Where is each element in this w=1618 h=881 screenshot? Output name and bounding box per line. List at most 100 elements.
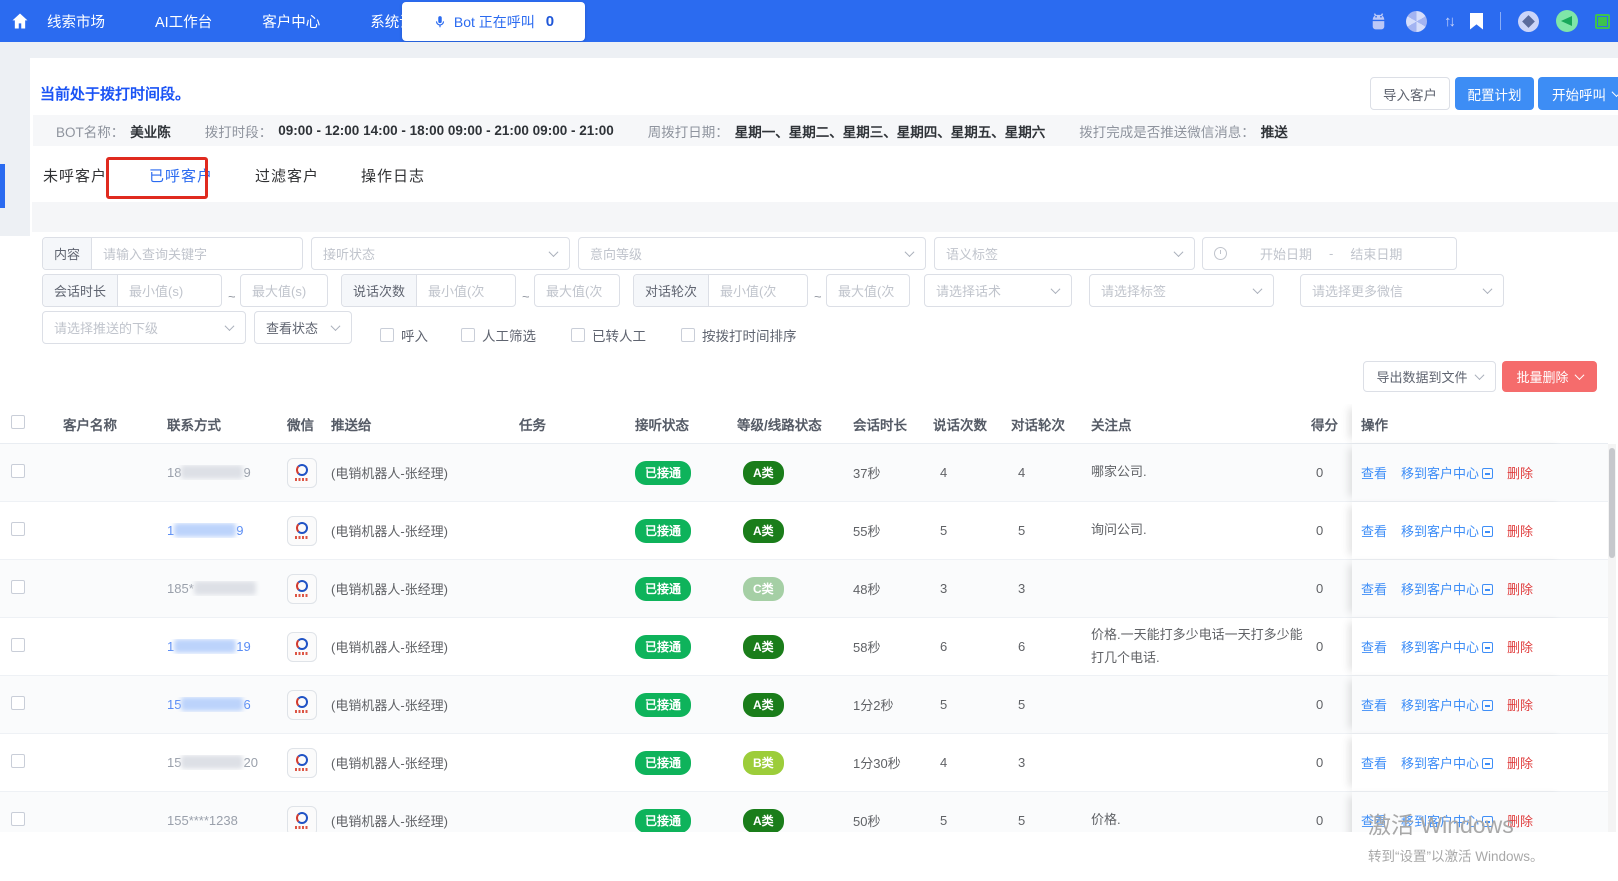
- more-wechat-placeholder: 请选择更多微信: [1312, 284, 1404, 299]
- semantic-tag-placeholder: 语义标签: [946, 247, 999, 262]
- delete-link[interactable]: 删除: [1507, 637, 1533, 656]
- row-checkbox[interactable]: [11, 754, 25, 768]
- checkbox-inbound-call[interactable]: 呼入: [380, 325, 428, 345]
- checkbox-transferred-to-agent[interactable]: 已转人工: [571, 325, 646, 345]
- session-min-input[interactable]: 最小值(s): [118, 281, 194, 300]
- phone-cell[interactable]: 15 20: [160, 755, 280, 770]
- checkbox-manual-filter[interactable]: 人工筛选: [461, 325, 536, 345]
- phone-cell[interactable]: 18 9: [160, 465, 280, 480]
- phone-masked-blur: [174, 639, 237, 653]
- script-select[interactable]: 请选择话术: [924, 274, 1072, 307]
- delete-link[interactable]: 删除: [1507, 695, 1533, 714]
- delete-link[interactable]: 删除: [1507, 579, 1533, 598]
- move-to-customer-center-link[interactable]: 移到客户中心: [1401, 463, 1494, 482]
- wechat-avatar-icon[interactable]: [287, 573, 317, 604]
- rounds-min-input[interactable]: 最小值(次: [709, 281, 787, 300]
- move-to-customer-center-link[interactable]: 移到客户中心: [1401, 753, 1494, 772]
- row-checkbox[interactable]: [11, 580, 25, 594]
- phone-cell[interactable]: 155****1238: [160, 813, 280, 828]
- wechat-avatar-icon[interactable]: [287, 457, 317, 488]
- rounds-max-placeholder: 最大值(次: [838, 284, 895, 299]
- table-row: 18 9 (电销机器人-张经理) 已接通 A类 37秒 4 4 哪家公司. 0 查看 移到客户中心 删除: [0, 444, 1608, 502]
- listen-status-select[interactable]: 接听状态: [311, 237, 570, 270]
- semantic-tag-select[interactable]: 语义标签: [934, 237, 1195, 270]
- android-icon[interactable]: [1368, 11, 1389, 32]
- move-to-customer-center-link[interactable]: 移到客户中心: [1401, 637, 1494, 656]
- delete-link[interactable]: 删除: [1507, 811, 1533, 830]
- move-to-customer-center-link[interactable]: 移到客户中心: [1401, 579, 1494, 598]
- phone-cell[interactable]: 19: [160, 523, 280, 538]
- view-link[interactable]: 查看: [1361, 811, 1387, 830]
- row-checkbox[interactable]: [11, 464, 25, 478]
- megaphone-icon[interactable]: [1556, 10, 1578, 32]
- more-wechat-select[interactable]: 请选择更多微信: [1300, 274, 1504, 307]
- move-to-center-icon: [1482, 816, 1494, 827]
- date-range-picker[interactable]: 开始日期 - 结束日期: [1202, 237, 1457, 270]
- bookmark-icon[interactable]: [1470, 12, 1483, 30]
- wechat-avatar-icon[interactable]: [287, 515, 317, 546]
- bot-calling-button[interactable]: Bot 正在呼叫 0: [402, 2, 585, 41]
- nav-item-leads-market[interactable]: 线索市场: [47, 11, 105, 32]
- session-max-input[interactable]: 最大值(s): [240, 274, 328, 307]
- row-actions: 查看 移到客户中心 删除: [1352, 676, 1568, 733]
- view-link[interactable]: 查看: [1361, 521, 1387, 540]
- speak-min-input[interactable]: 最小值(次: [417, 281, 495, 300]
- export-data-button[interactable]: 导出数据到文件: [1363, 361, 1496, 392]
- push-subordinate-select[interactable]: 请选择推送的下级: [42, 311, 246, 344]
- row-checkbox[interactable]: [11, 812, 25, 826]
- home-icon[interactable]: [10, 11, 30, 36]
- tag-select[interactable]: 请选择标签: [1089, 274, 1274, 307]
- wechat-avatar-icon[interactable]: [287, 747, 317, 778]
- phone-cell[interactable]: 15 6: [160, 697, 280, 712]
- aperture-icon[interactable]: [1406, 10, 1427, 32]
- row-actions: 查看 移到客户中心 删除: [1352, 734, 1568, 791]
- wechat-avatar-icon[interactable]: [287, 631, 317, 662]
- row-checkbox[interactable]: [11, 522, 25, 536]
- view-link[interactable]: 查看: [1361, 753, 1387, 772]
- nav-item-ai-workbench[interactable]: AI工作台: [155, 11, 212, 32]
- configure-plan-button[interactable]: 配置计划: [1455, 77, 1534, 110]
- compass-icon[interactable]: [1518, 10, 1539, 32]
- move-to-customer-center-link[interactable]: 移到客户中心: [1401, 695, 1494, 714]
- view-link[interactable]: 查看: [1361, 695, 1387, 714]
- delete-link[interactable]: 删除: [1507, 753, 1533, 772]
- focus-cell: 询问公司.: [1091, 522, 1147, 538]
- tab-filtered-customers[interactable]: 过滤客户: [255, 165, 319, 186]
- speak-max-input[interactable]: 最大值(次: [534, 274, 620, 307]
- intent-level-select[interactable]: 意向等级: [578, 237, 926, 270]
- called-customers-table: 客户名称 联系方式 微信 推送给 任务 接听状态 等级/线路状态 会话时长 说话次数 对话轮次 关注…: [0, 404, 1608, 832]
- delete-link[interactable]: 删除: [1507, 463, 1533, 482]
- move-to-customer-center-link[interactable]: 移到客户中心: [1401, 811, 1494, 830]
- speak-count-cell: 5: [940, 697, 948, 712]
- phone-cell[interactable]: 185*: [160, 581, 280, 596]
- checkbox-sort-by-dial-time[interactable]: 按拨打时间排序: [681, 325, 797, 345]
- import-customers-button[interactable]: 导入客户: [1370, 77, 1450, 110]
- start-call-button[interactable]: 开始呼叫: [1538, 77, 1618, 110]
- nav-item-customer-center[interactable]: 客户中心: [262, 11, 320, 32]
- view-link[interactable]: 查看: [1361, 637, 1387, 656]
- tab-operation-log[interactable]: 操作日志: [361, 165, 425, 186]
- view-link[interactable]: 查看: [1361, 463, 1387, 482]
- row-checkbox[interactable]: [11, 638, 25, 652]
- sidebar-handle[interactable]: [0, 164, 5, 208]
- tab-uncalled-customers[interactable]: 未呼客户: [43, 165, 107, 186]
- select-all-checkbox[interactable]: [11, 415, 25, 429]
- wechat-avatar-icon[interactable]: [287, 689, 317, 720]
- rounds-max-input[interactable]: 最大值(次: [826, 274, 910, 307]
- phone-cell[interactable]: 1 19: [160, 639, 280, 654]
- tab-called-customers[interactable]: 已呼客户: [149, 165, 213, 186]
- phone-masked-blur: [181, 465, 244, 479]
- row-checkbox[interactable]: [11, 696, 25, 710]
- fullscreen-icon[interactable]: [1595, 13, 1610, 29]
- keyword-input[interactable]: 请输入查询关键字: [92, 244, 218, 263]
- sort-arrows-icon[interactable]: ↑↓: [1444, 13, 1456, 30]
- wechat-avatar-icon[interactable]: [287, 805, 317, 832]
- view-link[interactable]: 查看: [1361, 579, 1387, 598]
- view-status-select[interactable]: 查看状态: [254, 311, 352, 344]
- phone-prefix: 185*: [167, 581, 194, 596]
- table-scrollbar-thumb[interactable]: [1609, 448, 1615, 558]
- weekly-dial-days-label: 周拨打日期：: [647, 124, 729, 140]
- batch-delete-button[interactable]: 批量删除: [1502, 361, 1597, 392]
- move-to-customer-center-link[interactable]: 移到客户中心: [1401, 521, 1494, 540]
- delete-link[interactable]: 删除: [1507, 521, 1533, 540]
